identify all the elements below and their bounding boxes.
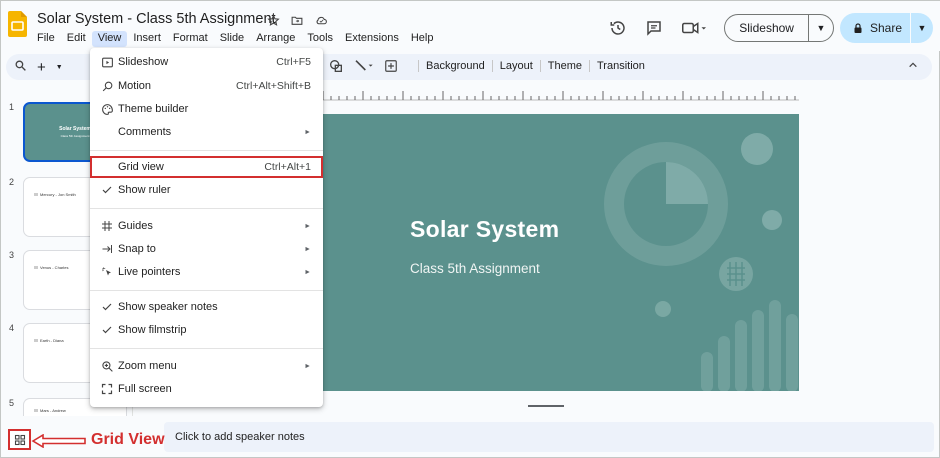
grid-view-icon: [14, 434, 25, 445]
speaker-notes-placeholder[interactable]: Click to add speaker notes: [175, 431, 305, 443]
snap-arrow-icon: [100, 242, 114, 256]
slide-number: 5: [9, 398, 15, 408]
slideshow-options-chevron-icon[interactable]: ▼: [809, 23, 833, 33]
submenu-arrow-icon: ►: [304, 268, 311, 276]
menu-help[interactable]: Help: [405, 31, 440, 47]
menu-item-show-speaker-notes[interactable]: Show speaker notes: [90, 296, 323, 318]
menu-item-show-ruler[interactable]: Show ruler: [90, 179, 323, 201]
meet-video-icon[interactable]: [676, 14, 712, 42]
menu-separator: [90, 150, 323, 151]
menu-item-motion[interactable]: Motion Ctrl+Alt+Shift+B: [90, 75, 323, 97]
menu-item-theme-builder[interactable]: Theme builder: [90, 98, 323, 120]
collapse-toolbar-icon[interactable]: [908, 60, 918, 73]
version-history-icon[interactable]: [604, 14, 632, 42]
grid-view-button[interactable]: [8, 429, 31, 450]
slides-logo-icon[interactable]: [8, 11, 27, 37]
menu-slide[interactable]: Slide: [214, 31, 250, 47]
motion-icon: [100, 79, 114, 93]
menu-tools[interactable]: Tools: [301, 31, 339, 47]
menu-extensions[interactable]: Extensions: [339, 31, 405, 47]
search-menus-icon[interactable]: [14, 59, 27, 75]
checkmark-icon: [100, 323, 114, 337]
thumb-text: Mercury - Jon Smith: [34, 192, 76, 197]
annotation-label: Grid View: [91, 431, 165, 448]
checkmark-icon: [100, 183, 114, 197]
slide-title[interactable]: Solar System: [410, 216, 559, 243]
lock-icon: [854, 22, 862, 33]
background-button[interactable]: Background: [418, 60, 492, 72]
checkmark-icon: [100, 300, 114, 314]
thumb-text: Venus - Charles: [34, 265, 68, 270]
menu-format[interactable]: Format: [167, 31, 214, 47]
menu-separator: [90, 290, 323, 291]
slide-number: 2: [9, 177, 15, 187]
slide-number: 3: [9, 250, 15, 260]
menu-bar: File Edit View Insert Format Slide Arran…: [31, 31, 439, 47]
share-button-label[interactable]: Share: [870, 21, 902, 35]
fullscreen-icon: [100, 382, 114, 396]
move-folder-icon[interactable]: [289, 12, 305, 28]
menu-item-guides[interactable]: Guides ►: [90, 215, 323, 237]
comments-icon[interactable]: [640, 14, 668, 42]
slideshow-icon: [100, 55, 114, 69]
star-icon[interactable]: [265, 12, 281, 28]
slide-number: 4: [9, 323, 15, 333]
app-header: Solar System - Class 5th Assignment File…: [1, 1, 940, 51]
zoom-icon: [100, 359, 114, 373]
thumb-text: Mars - Andrew: [34, 408, 66, 413]
cloud-status-icon[interactable]: [313, 12, 329, 28]
submenu-arrow-icon: ►: [304, 245, 311, 253]
menu-insert[interactable]: Insert: [127, 31, 167, 47]
menu-item-show-filmstrip[interactable]: Show filmstrip: [90, 319, 323, 341]
view-menu-dropdown: Slideshow Ctrl+F5 Motion Ctrl+Alt+Shift+…: [90, 48, 323, 407]
annotation-arrow-icon: [31, 434, 86, 448]
menu-separator: [90, 208, 323, 209]
menu-view[interactable]: View: [91, 31, 128, 47]
menu-item-full-screen[interactable]: Full screen: [90, 378, 323, 400]
submenu-arrow-icon: ►: [304, 362, 311, 370]
slide-subtitle[interactable]: Class 5th Assignment: [410, 261, 540, 276]
line-tool-icon[interactable]: [354, 58, 374, 79]
layout-button[interactable]: Layout: [491, 60, 540, 72]
menu-item-snap-to[interactable]: Snap to ►: [90, 238, 323, 260]
submenu-arrow-icon: ►: [304, 128, 311, 136]
theme-button[interactable]: Theme: [539, 60, 589, 72]
menu-item-live-pointers[interactable]: Live pointers ►: [90, 261, 323, 283]
new-slide-chevron-icon[interactable]: ▼: [56, 64, 63, 71]
menu-file[interactable]: File: [31, 31, 61, 47]
new-slide-icon[interactable]: +: [37, 60, 46, 75]
menu-arrange[interactable]: Arrange: [250, 31, 301, 47]
menu-item-zoom-menu[interactable]: Zoom menu ►: [90, 355, 323, 377]
menu-item-slideshow[interactable]: Slideshow Ctrl+F5: [90, 51, 323, 73]
pointer-icon: [100, 265, 114, 279]
palette-icon: [100, 102, 114, 116]
document-title[interactable]: Solar System - Class 5th Assignment: [37, 11, 276, 27]
shape-icon[interactable]: [328, 58, 344, 79]
share-options-chevron-icon[interactable]: ▼: [911, 23, 933, 33]
share-button[interactable]: Share ▼: [839, 13, 933, 43]
speaker-notes[interactable]: Click to add speaker notes: [164, 422, 934, 452]
menu-edit[interactable]: Edit: [61, 31, 92, 47]
transition-button[interactable]: Transition: [589, 60, 652, 72]
slide-number: 1: [9, 102, 15, 112]
thumb-text: Earth - Diana: [34, 338, 64, 343]
menu-item-comments[interactable]: Comments ►: [90, 121, 323, 143]
menu-separator: [90, 348, 323, 349]
slideshow-button[interactable]: Slideshow ▼: [724, 14, 834, 42]
notes-resize-handle[interactable]: [528, 405, 564, 407]
guides-icon: [100, 219, 114, 233]
grid-view-highlight-box: [90, 156, 323, 178]
insert-comment-icon[interactable]: [384, 59, 398, 78]
slideshow-button-label[interactable]: Slideshow: [725, 15, 809, 41]
submenu-arrow-icon: ►: [304, 222, 311, 230]
